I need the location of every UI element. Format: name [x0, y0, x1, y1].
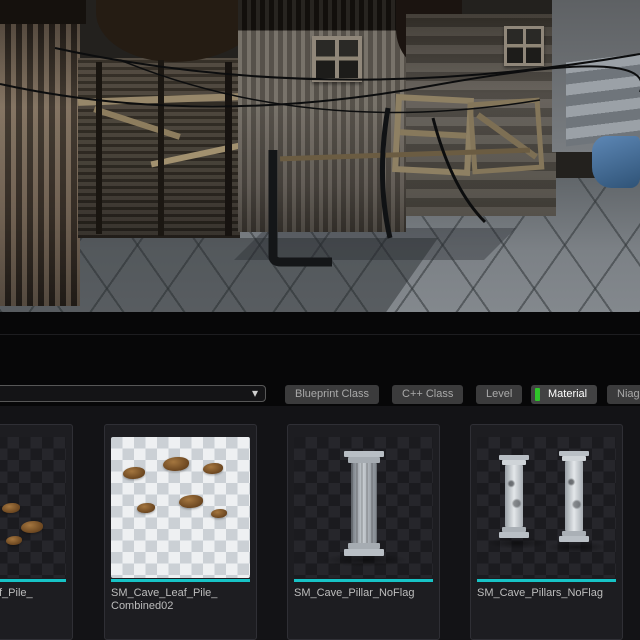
chevron-down-icon: ▾ — [252, 385, 258, 402]
asset-name: SM_Cave_Pillar_NoFlag — [294, 587, 433, 600]
filter-button-material[interactable]: Material — [531, 385, 597, 404]
asset-tile-leaf-pile[interactable]: f_Pile_ — [0, 424, 73, 640]
content-browser-filter-bar: ▾ Blueprint Class C++ Class Level Materi… — [0, 384, 640, 406]
filter-button-niagara[interactable]: Niag — [607, 385, 640, 404]
asset-thumbnail — [477, 437, 616, 578]
asset-type-color-bar — [111, 579, 250, 582]
filter-button-cpp-class[interactable]: C++ Class — [392, 385, 463, 404]
asset-name: SM_Cave_Pillars_NoFlag — [477, 587, 616, 600]
asset-thumbnail — [0, 437, 66, 578]
viewport-3d[interactable] — [0, 0, 640, 312]
asset-thumbnail — [294, 437, 433, 578]
asset-type-color-bar — [0, 579, 66, 582]
wires-pipes-overlay — [0, 0, 640, 312]
asset-type-color-bar — [477, 579, 616, 582]
path-dropdown[interactable]: ▾ — [0, 385, 266, 402]
asset-tile-pillars-noflag[interactable]: SM_Cave_Pillars_NoFlag — [470, 424, 623, 640]
asset-name: SM_Cave_Leaf_Pile_ Combined02 — [111, 587, 250, 613]
active-filter-indicator — [535, 388, 540, 401]
divider-line — [0, 334, 640, 335]
asset-name: f_Pile_ — [0, 587, 66, 600]
filter-button-level[interactable]: Level — [476, 385, 522, 404]
asset-grid: f_Pile_ SM_Cave_Leaf_Pile_ Combined02 — [0, 406, 640, 640]
filter-button-blueprint-class[interactable]: Blueprint Class — [285, 385, 379, 404]
asset-tile-leaf-pile-combined02[interactable]: SM_Cave_Leaf_Pile_ Combined02 — [104, 424, 257, 640]
asset-type-color-bar — [294, 579, 433, 582]
asset-thumbnail — [111, 437, 250, 578]
asset-tile-pillar-noflag[interactable]: SM_Cave_Pillar_NoFlag — [287, 424, 440, 640]
